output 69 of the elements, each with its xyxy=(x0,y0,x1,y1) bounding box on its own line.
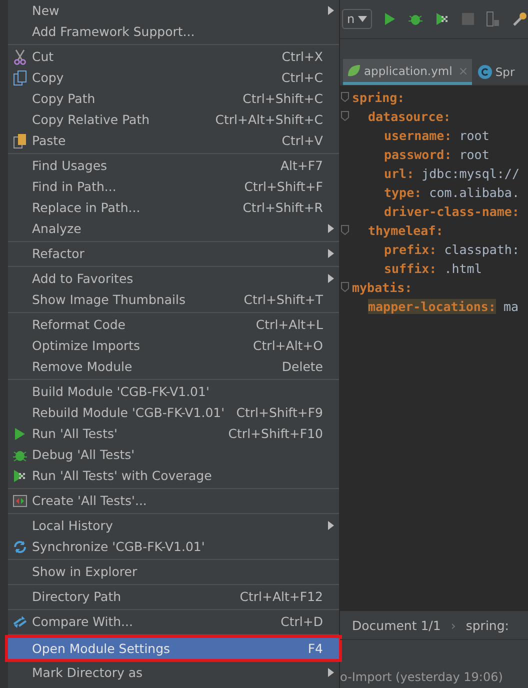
code-line: spring: xyxy=(340,88,528,107)
stop-icon[interactable] xyxy=(462,13,474,25)
menu-item[interactable]: Paste Ctrl+V xyxy=(8,130,339,151)
menu-item[interactable]: Copy Relative Path Ctrl+Alt+Shift+C xyxy=(8,109,339,130)
menu-item[interactable]: Mark Directory as xyxy=(8,662,339,683)
menu-item[interactable]: Run 'All Tests' with Coverage xyxy=(8,465,339,486)
breadcrumb-item[interactable]: spring: xyxy=(466,618,509,632)
menu-item[interactable]: Run 'All Tests' Ctrl+Shift+F10 xyxy=(8,423,339,444)
play-icon xyxy=(14,426,26,440)
menu-item[interactable]: Cut Ctrl+X xyxy=(8,46,339,67)
play-coverage-icon[interactable] xyxy=(434,12,450,26)
menu-item[interactable]: Add Framework Support... xyxy=(8,21,339,42)
leaf-icon xyxy=(347,64,361,78)
breadcrumb-separator: › xyxy=(450,618,456,632)
class-icon xyxy=(478,65,492,79)
menu-item[interactable]: Build Module 'CGB-FK-V1.01' xyxy=(8,381,339,402)
breadcrumb-item[interactable]: Document 1/1 xyxy=(352,618,441,632)
fold-marker-icon[interactable] xyxy=(341,92,349,102)
menu-item[interactable]: Copy Path Ctrl+Shift+C xyxy=(8,88,339,109)
compare-arrows-icon xyxy=(13,614,27,628)
menu-item[interactable]: Debug 'All Tests' xyxy=(8,444,339,465)
code-line: mybatis: xyxy=(340,278,528,297)
menu-item[interactable]: Rebuild Module 'CGB-FK-V1.01' Ctrl+Shift+F9 xyxy=(8,402,339,423)
caret-icon xyxy=(358,16,367,22)
code-line: prefix: classpath: xyxy=(383,241,520,259)
menu-item[interactable]: Show in Explorer xyxy=(8,561,339,582)
build-icon[interactable] xyxy=(486,11,500,27)
test-window-icon xyxy=(13,494,27,508)
fold-marker-icon[interactable] xyxy=(341,282,349,292)
fold-marker-icon[interactable] xyxy=(341,225,349,235)
menu-item[interactable]: Analyze xyxy=(8,218,339,239)
code-line: thymeleaf: xyxy=(340,221,528,240)
editor-tab[interactable]: application.yml × xyxy=(343,59,472,85)
code-line: password: root xyxy=(383,146,490,164)
code-line: driver-class-name: xyxy=(383,203,520,221)
menu-item[interactable]: Optimize Imports Ctrl+Alt+O xyxy=(8,335,339,356)
menu-item[interactable]: Add to Favorites xyxy=(8,268,339,289)
menu-item[interactable]: Synchronize 'CGB-FK-V1.01' xyxy=(8,536,339,557)
menu-item[interactable]: Show Image Thumbnails Ctrl+Shift+T xyxy=(8,289,339,310)
status-text: o-Import (yesterday 19:06) xyxy=(340,670,503,684)
menu-item[interactable]: New xyxy=(8,0,339,21)
run-config-dropdown[interactable]: n xyxy=(342,9,372,29)
menu-item[interactable]: Compare With... Ctrl+D xyxy=(8,611,339,632)
copy-icon xyxy=(13,70,27,86)
menu-item[interactable]: Directory Path Ctrl+Alt+F12 xyxy=(8,586,339,607)
editor-tab[interactable]: Spr xyxy=(474,59,519,85)
menu-item[interactable]: Open Module Settings F4 xyxy=(8,638,339,659)
bug-icon[interactable] xyxy=(408,12,423,26)
code-line: url: jdbc:mysql:// xyxy=(383,165,520,183)
sync-icon xyxy=(13,540,27,554)
code-line: suffix: .html xyxy=(383,260,483,278)
code-line: mapper-locations: ma xyxy=(367,298,520,316)
play-coverage-icon xyxy=(13,468,27,482)
menu-item[interactable]: Create 'All Tests'... xyxy=(8,490,339,511)
menu-item[interactable]: Find Usages Alt+F7 xyxy=(8,155,339,176)
menu-item[interactable]: Copy Ctrl+C xyxy=(8,67,339,88)
play-icon[interactable] xyxy=(384,12,396,26)
menu-item[interactable]: Local History xyxy=(8,515,339,536)
code-line: datasource: xyxy=(340,107,528,126)
scissors-icon xyxy=(13,48,27,64)
menu-item[interactable]: Replace in Path... Ctrl+Shift+R xyxy=(8,197,339,218)
clipboard-icon xyxy=(13,132,27,148)
fold-marker-icon[interactable] xyxy=(341,111,349,121)
menu-item[interactable]: Reformat Code Ctrl+Alt+L xyxy=(8,314,339,335)
menu-item[interactable]: Refactor xyxy=(8,243,339,264)
code-line: username: root xyxy=(383,127,490,145)
code-line: type: com.alibaba. xyxy=(383,184,520,202)
menu-item[interactable]: Remove Module Delete xyxy=(8,356,339,377)
menu-item[interactable]: Find in Path... Ctrl+Shift+F xyxy=(8,176,339,197)
